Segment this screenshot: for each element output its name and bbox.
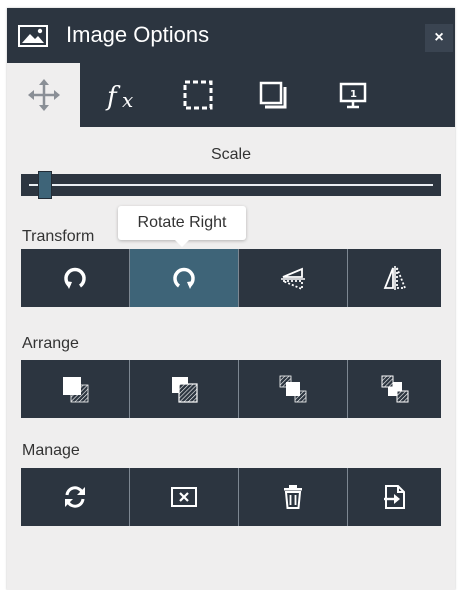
tab-shadow[interactable] (250, 63, 296, 127)
close-button[interactable]: × (425, 24, 453, 52)
panel-title: Image Options (66, 22, 210, 47)
bring-to-front-button[interactable] (21, 360, 130, 418)
slider-thumb[interactable] (37, 171, 52, 199)
flip-horizontal-button[interactable] (348, 249, 441, 307)
svg-text:f: f (105, 82, 121, 111)
rotate-left-button[interactable] (21, 249, 130, 307)
flip-vertical-icon (281, 267, 305, 291)
send-to-back-button[interactable] (130, 360, 239, 418)
delete-button[interactable] (239, 468, 348, 526)
flip-horizontal-icon (383, 266, 406, 290)
remove-background-button[interactable] (130, 468, 239, 526)
move-icon (27, 79, 60, 111)
rotate-right-button[interactable] (130, 249, 239, 307)
send-to-back-icon (172, 377, 198, 403)
remove-background-icon (171, 487, 197, 507)
tooltip: Rotate Right (118, 206, 246, 240)
flip-vertical-button[interactable] (239, 249, 348, 307)
rotate-left-icon (64, 267, 86, 289)
image-icon (18, 25, 48, 47)
svg-text:x: x (122, 88, 133, 111)
tab-crop[interactable] (175, 63, 221, 127)
export-icon (383, 485, 405, 509)
image-options-panel: Image Options × f x 1 Scale Transform Ro… (7, 8, 455, 590)
tab-effects[interactable]: f x (95, 63, 155, 127)
delete-icon (284, 485, 302, 509)
transform-label: Transform (22, 228, 95, 245)
scale-label: Scale (210, 146, 252, 163)
manage-label: Manage (22, 442, 80, 459)
replace-image-button[interactable] (21, 468, 130, 526)
effects-fx-icon: f x (105, 82, 133, 111)
svg-text:1: 1 (350, 89, 357, 100)
manage-buttons (21, 468, 441, 526)
rotate-right-icon (173, 267, 195, 289)
tab-move[interactable] (7, 63, 80, 127)
title-bar: Image Options × (7, 8, 455, 63)
tab-bar: f x 1 (7, 63, 455, 127)
bring-forward-button[interactable] (239, 360, 348, 418)
replace-image-icon (65, 486, 85, 508)
close-icon: × (434, 29, 444, 46)
send-backward-icon (381, 375, 408, 403)
arrange-buttons (21, 360, 441, 418)
arrange-label: Arrange (22, 335, 79, 352)
slider-line (29, 184, 433, 186)
bring-to-front-icon (63, 377, 89, 403)
presentation-icon: 1 (339, 82, 367, 109)
tab-presentation[interactable]: 1 (330, 63, 376, 127)
tooltip-arrow (175, 240, 189, 247)
bring-forward-icon (279, 375, 307, 403)
transform-buttons (21, 249, 441, 307)
export-button[interactable] (348, 468, 441, 526)
scale-slider[interactable] (21, 171, 441, 199)
send-backward-button[interactable] (348, 360, 441, 418)
crop-selection-icon (183, 80, 213, 110)
shadow-icon (259, 81, 287, 109)
